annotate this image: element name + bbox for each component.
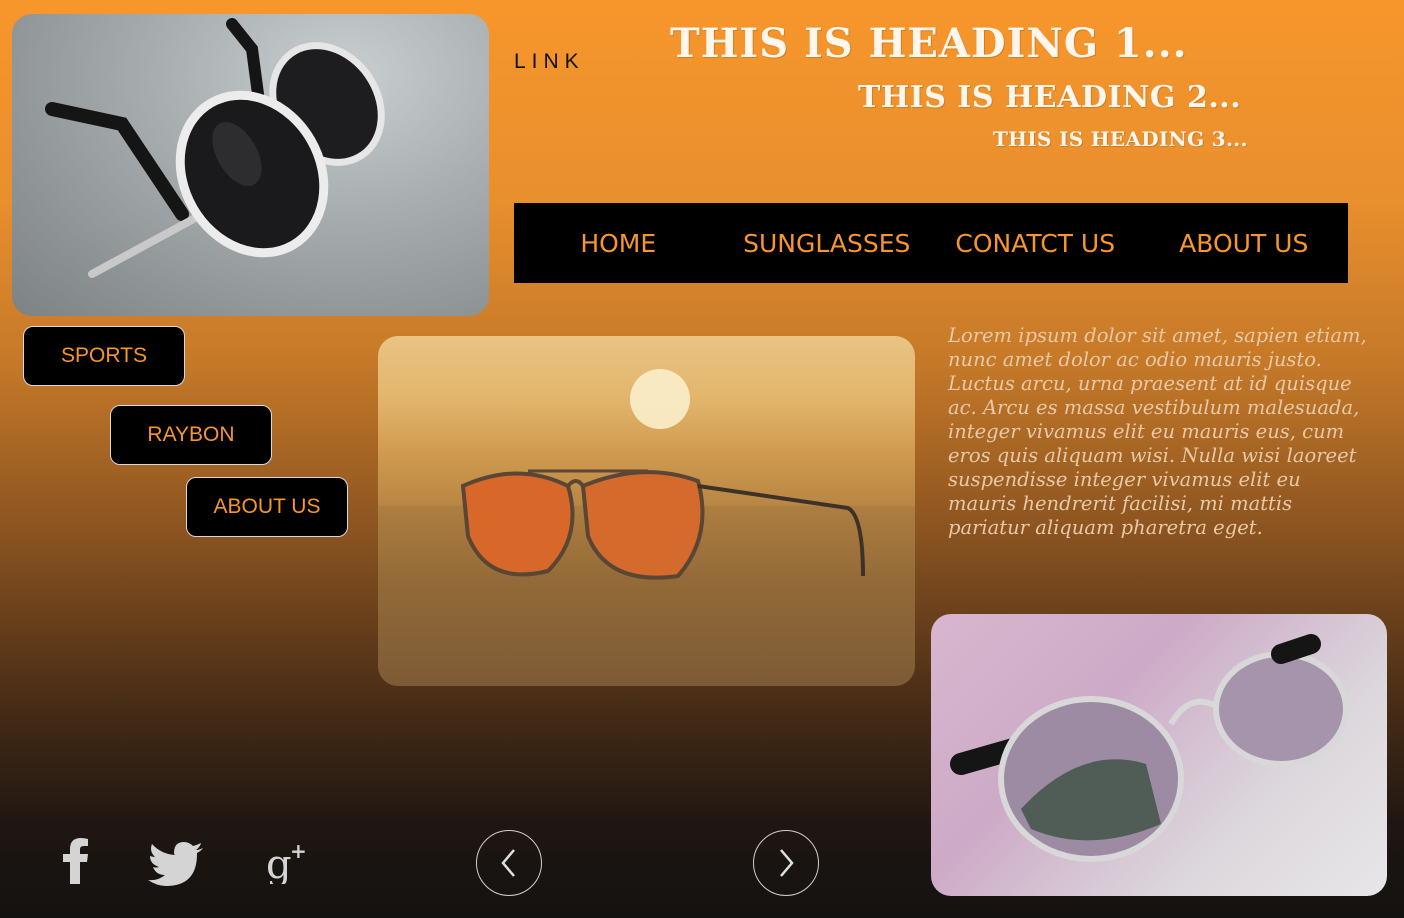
facebook-icon[interactable] [62,838,90,889]
nav-item-about-us[interactable]: ABOUT US [1140,229,1349,258]
svg-text:+: + [290,840,307,863]
intro-paragraph: Lorem ipsum dolor sit amet, sapien etiam… [948,324,1367,539]
nav-item-sunglasses[interactable]: SUNGLASSES [723,229,932,258]
round-sunglasses-photo [12,14,489,316]
heading-1: THIS IS HEADING 1... [670,20,1188,67]
svg-text:g: g [266,842,292,884]
sports-button[interactable]: SPORTS [23,326,185,386]
nav-item-home[interactable]: HOME [514,229,723,258]
chevron-right-icon [780,849,794,877]
google-plus-icon[interactable]: g + [266,839,310,889]
raybon-button[interactable]: RAYBON [110,405,272,465]
aviator-sunglasses-photo [378,336,915,686]
twitter-icon[interactable] [148,842,204,891]
heading-3: THIS IS HEADING 3... [993,127,1248,151]
mirrored-sunglasses-photo [931,614,1387,896]
main-nav: HOME SUNGLASSES CONATCT US ABOUT US [514,203,1348,283]
next-arrow-button[interactable] [753,830,819,896]
chevron-left-icon [501,849,515,877]
about-us-button[interactable]: ABOUT US [186,477,348,537]
header-link[interactable]: LINK [514,50,585,74]
heading-2: THIS IS HEADING 2... [858,80,1242,115]
nav-item-contact-us[interactable]: CONATCT US [931,229,1140,258]
previous-arrow-button[interactable] [476,830,542,896]
